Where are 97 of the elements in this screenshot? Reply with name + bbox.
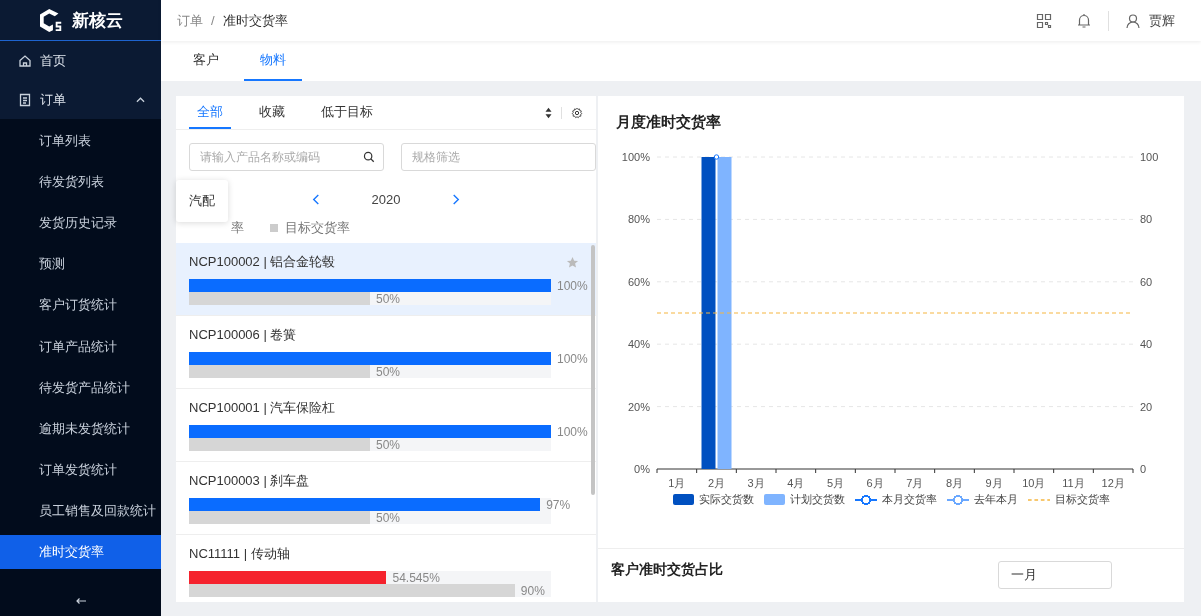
- document-icon: [18, 92, 32, 107]
- user-name[interactable]: 贾辉: [1149, 11, 1175, 30]
- product-row[interactable]: NCP100002 | 铝合金轮毂 100% 50%: [176, 243, 596, 316]
- product-row[interactable]: NCP100006 | 卷簧 100% 50%: [176, 316, 596, 389]
- axis-tick-label: 5月: [826, 477, 845, 489]
- search-field[interactable]: 请输入产品名称或编码: [189, 143, 384, 171]
- breadcrumb-item: 准时交货率: [222, 11, 288, 30]
- filter-tab[interactable]: 全部: [189, 103, 231, 129]
- axis-tick-label: 40: [1140, 338, 1153, 351]
- target-value: 50%: [376, 437, 401, 452]
- product-name: NC11111 | 传动轴: [189, 545, 290, 563]
- submenu-item[interactable]: 客户订货统计: [0, 284, 161, 326]
- legend-label: 目标交货率: [285, 219, 350, 237]
- product-row[interactable]: NC11111 | 传动轴 54.545% 90%: [176, 535, 596, 602]
- submenu-item[interactable]: 准时交货率: [0, 534, 161, 569]
- rate-value: 97%: [546, 497, 571, 512]
- spec-filter-field[interactable]: 规格筛选: [401, 143, 596, 171]
- target-value: 50%: [376, 291, 401, 306]
- settings-icon[interactable]: [571, 106, 583, 119]
- target-value: 50%: [376, 364, 401, 379]
- axis-tick-label: 1月: [668, 477, 686, 489]
- axis-tick-label: 4月: [787, 477, 805, 489]
- axis-tick-label: 80: [1140, 213, 1153, 226]
- star-icon[interactable]: [566, 255, 579, 269]
- legend-swatch: [763, 494, 785, 505]
- data-point: [713, 154, 720, 160]
- legend-label: 目标交货率: [1054, 492, 1110, 507]
- submenu-item[interactable]: 订单列表: [0, 120, 161, 162]
- product-name: NCP100006 | 卷簧: [189, 326, 297, 344]
- month-select[interactable]: 一月: [998, 561, 1112, 589]
- rate-value: 54.545%: [392, 570, 440, 585]
- axis-tick-label: 60%: [627, 275, 650, 288]
- section-title: 客户准时交货占比: [611, 561, 723, 579]
- legend-label: 本月交货率: [881, 492, 937, 507]
- axis-tick-label: 40%: [627, 338, 650, 351]
- tooltip: 汽配: [176, 180, 228, 222]
- axis-tick-label: 9月: [985, 477, 1003, 489]
- target-value: 90%: [520, 583, 545, 598]
- submenu-item[interactable]: 订单产品统计: [0, 325, 161, 368]
- filter-tab[interactable]: 低于目标: [313, 103, 381, 129]
- rate-value: 100%: [557, 424, 588, 439]
- legend-swatch: [672, 494, 694, 505]
- axis-tick-label: 0: [1140, 463, 1147, 475]
- axis-tick-label: 80%: [627, 213, 650, 226]
- chart-title: 月度准时交货率: [615, 112, 722, 132]
- axis-tick-label: 3月: [747, 477, 765, 489]
- next-year-icon[interactable]: [452, 193, 461, 205]
- user-icon[interactable]: [1125, 12, 1141, 29]
- scrollbar[interactable]: [591, 245, 595, 495]
- axis-tick-label: 0%: [634, 463, 650, 475]
- legend-label: 计划交货数: [789, 492, 845, 507]
- axis-tick-label: 8月: [945, 477, 964, 489]
- home-icon: [18, 53, 32, 68]
- menu-item[interactable]: 首页: [0, 41, 161, 80]
- product-row[interactable]: NCP100003 | 刹车盘 97% 50%: [176, 462, 596, 535]
- submenu-item[interactable]: 订单发货统计: [0, 449, 161, 491]
- axis-tick-label: 6月: [866, 477, 884, 489]
- year-label: 2020: [371, 191, 401, 207]
- product-name: NCP100003 | 刹车盘: [189, 472, 310, 490]
- submenu-item[interactable]: 员工销售及回款统计: [0, 490, 161, 532]
- menu-item[interactable]: 订单: [0, 80, 161, 119]
- product-name: NCP100002 | 铝合金轮毂: [189, 253, 336, 271]
- axis-tick-label: 10月: [1022, 477, 1046, 489]
- filter-tab[interactable]: 收藏: [251, 103, 293, 129]
- breadcrumb-item[interactable]: 订单: [177, 11, 203, 30]
- axis-tick-label: 20%: [627, 400, 650, 413]
- rate-value: 100%: [557, 278, 588, 293]
- submenu-item[interactable]: 待发货产品统计: [0, 367, 161, 409]
- legend-label: 实际交货数: [698, 492, 754, 507]
- axis-tick-label: 100%: [621, 151, 650, 163]
- target-value: 50%: [376, 510, 401, 525]
- axis-tick-label: 11月: [1062, 477, 1085, 489]
- axis-tick-label: 60: [1140, 275, 1153, 288]
- submenu-item[interactable]: 预测: [0, 243, 161, 285]
- qr-code-icon[interactable]: [1036, 12, 1052, 29]
- submenu-item[interactable]: 逾期未发货统计: [0, 408, 161, 450]
- axis-tick-label: 100: [1140, 151, 1159, 163]
- search-icon[interactable]: [363, 151, 375, 163]
- collapse-icon[interactable]: [74, 597, 87, 605]
- submenu-item[interactable]: 待发货列表: [0, 161, 161, 203]
- product-row[interactable]: NCP100001 | 汽车保险杠 100% 50%: [176, 389, 596, 462]
- tab[interactable]: 物料: [244, 41, 302, 81]
- product-name: NCP100001 | 汽车保险杠: [189, 399, 336, 417]
- logo-text: 新核云: [72, 9, 123, 32]
- legend-label: 去年本月: [973, 492, 1018, 507]
- rate-value: 100%: [557, 351, 588, 366]
- submenu-item[interactable]: 发货历史记录: [0, 202, 161, 244]
- breadcrumb-separator: /: [211, 13, 215, 28]
- axis-tick-label: 7月: [906, 477, 924, 489]
- tab[interactable]: 客户: [177, 41, 235, 81]
- sort-icon[interactable]: [545, 106, 552, 119]
- axis-tick-label: 20: [1140, 400, 1153, 413]
- bell-icon[interactable]: [1076, 12, 1092, 29]
- legend-label: 率: [231, 219, 244, 237]
- axis-tick-label: 2月: [707, 477, 726, 489]
- previous-year-icon[interactable]: [311, 193, 320, 205]
- axis-tick-label: 12月: [1101, 477, 1125, 489]
